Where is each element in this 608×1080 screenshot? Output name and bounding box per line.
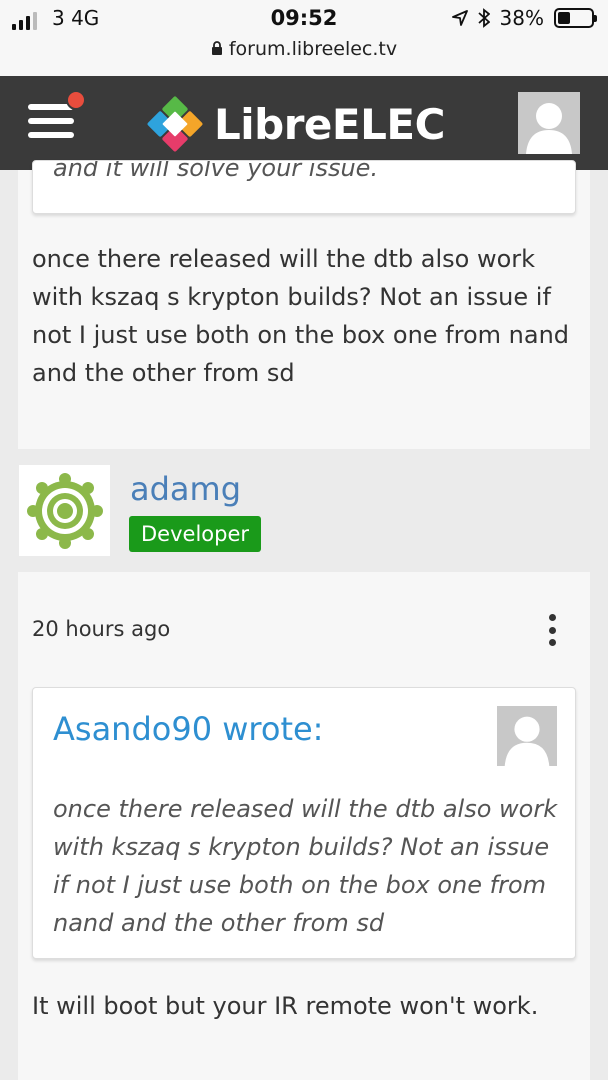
- previous-post-body: once there released will the dtb also wo…: [32, 245, 570, 387]
- user-rank-badge: Developer: [129, 516, 262, 552]
- previous-post-quote: and it will solve your issue.: [32, 160, 576, 214]
- author-avatar[interactable]: [19, 465, 110, 556]
- user-silhouette-icon: [504, 716, 550, 766]
- quote-author-avatar[interactable]: [497, 706, 557, 766]
- notification-dot: [66, 90, 86, 110]
- quote-block: Asando90 wrote: once there released will…: [32, 687, 576, 959]
- menu-button[interactable]: [28, 104, 76, 144]
- thread-content: and it will solve your issue. once there…: [0, 160, 608, 1080]
- reply-body: It will boot but your IR remote won't wo…: [32, 992, 539, 1020]
- quote-author-link[interactable]: Asando90 wrote:: [53, 710, 323, 748]
- brand-name: LibreELEC: [214, 99, 445, 149]
- address-bar[interactable]: forum.libreelec.tv: [0, 38, 608, 60]
- gear-target-avatar-icon: [26, 472, 103, 549]
- status-icons: 38%: [451, 6, 597, 30]
- author-name-link[interactable]: adamg: [130, 470, 241, 508]
- battery-percent: 38%: [499, 6, 544, 30]
- quote-tail-text: and it will solve your issue.: [53, 160, 379, 182]
- lock-icon: [211, 41, 222, 55]
- bluetooth-icon: [477, 8, 490, 28]
- post-options-button[interactable]: [546, 614, 558, 646]
- post-timestamp[interactable]: 20 hours ago: [32, 617, 170, 641]
- user-silhouette-icon: [526, 103, 572, 154]
- libreelec-logo-icon: [147, 96, 203, 152]
- site-logo[interactable]: LibreELEC: [146, 94, 445, 154]
- user-avatar[interactable]: [518, 92, 580, 154]
- status-bar: 3 4G 09:52 38% forum.libreelec.tv: [0, 0, 608, 76]
- quote-text: once there released will the dtb also wo…: [53, 795, 558, 937]
- site-header: LibreELEC: [0, 76, 608, 170]
- location-arrow-icon: [451, 10, 468, 26]
- battery-icon: [554, 8, 597, 28]
- url-text: forum.libreelec.tv: [228, 38, 398, 60]
